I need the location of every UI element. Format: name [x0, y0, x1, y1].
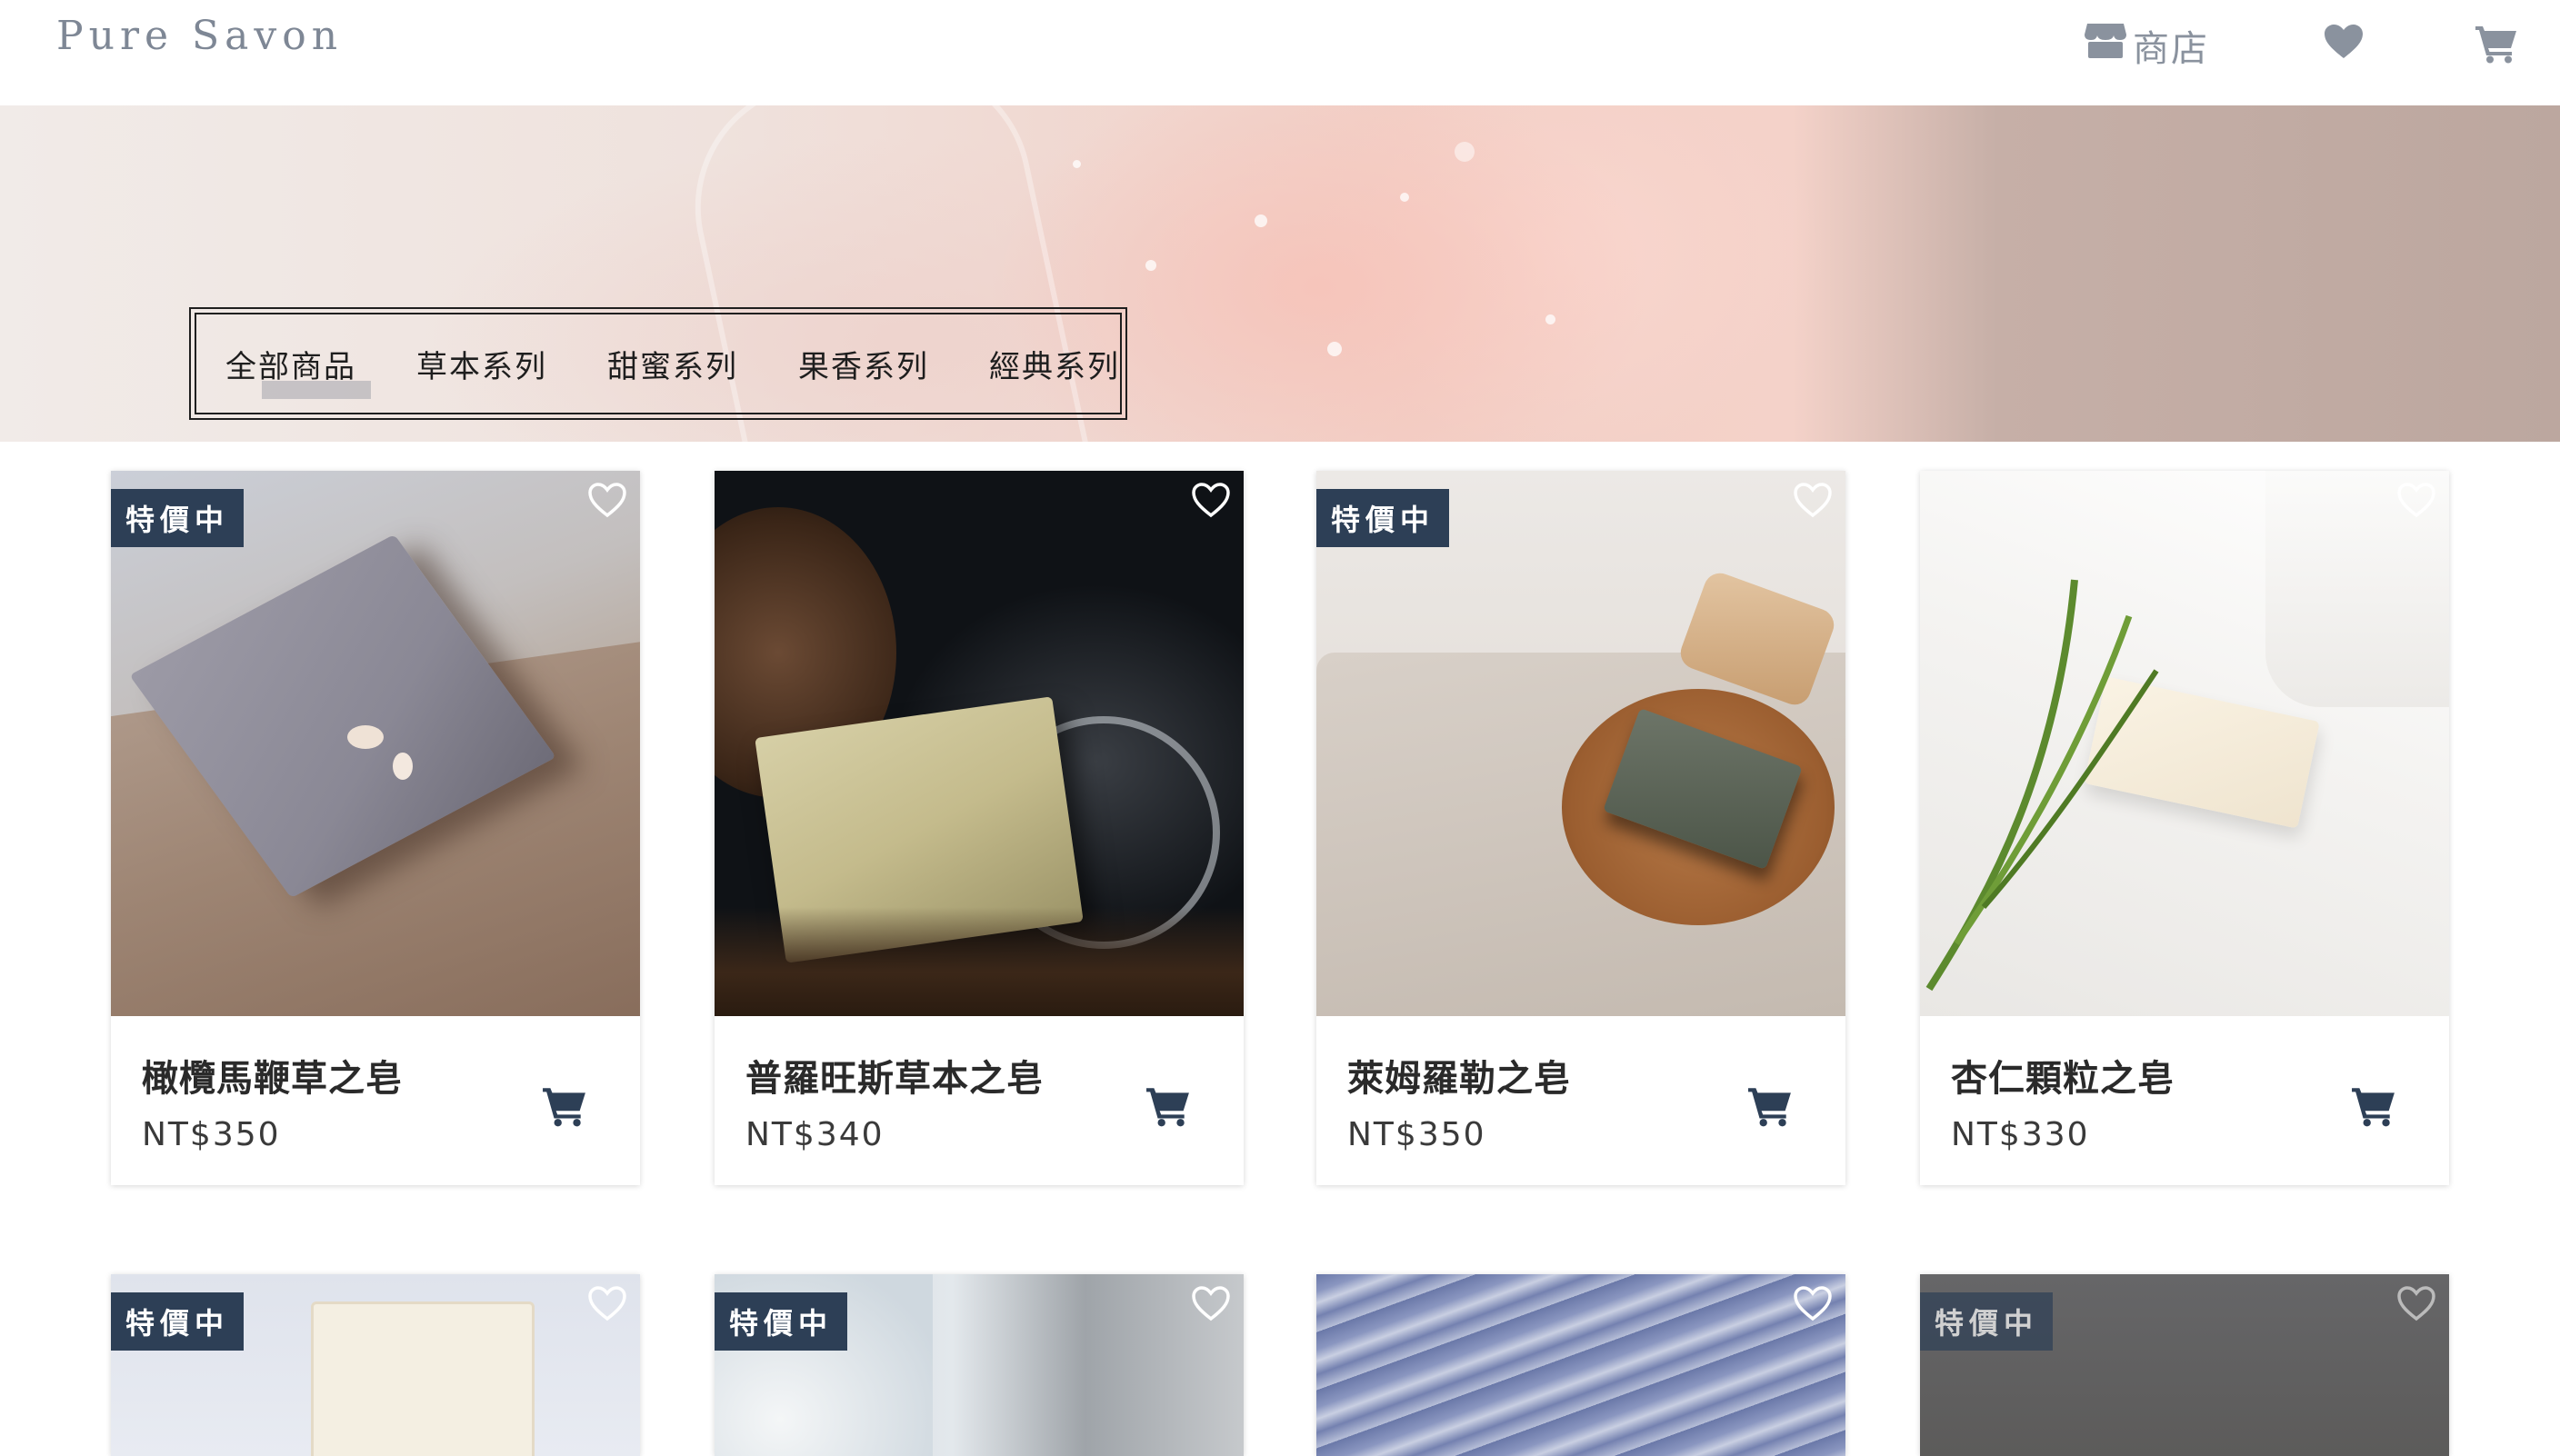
- sale-badge: 特價中: [1316, 489, 1449, 547]
- sale-badge: 特價中: [111, 1292, 244, 1351]
- product-image[interactable]: [715, 471, 1244, 1016]
- favorite-heart-icon[interactable]: [1793, 482, 1833, 522]
- leaf-decoration: [1925, 579, 2159, 992]
- favorite-heart-icon[interactable]: [1191, 482, 1231, 522]
- favorite-heart-icon[interactable]: [587, 1285, 627, 1325]
- add-to-cart-icon[interactable]: [1747, 1085, 1793, 1131]
- product-price: NT$350: [1347, 1116, 1486, 1153]
- tab-sweet-series[interactable]: 甜蜜系列: [607, 342, 738, 386]
- add-to-cart-icon[interactable]: [1145, 1085, 1191, 1131]
- shopping-cart-icon[interactable]: [2475, 24, 2518, 64]
- product-card[interactable]: 特價中 萊姆羅勒之皂 NT$350: [1316, 471, 1845, 1185]
- wishlist-heart-icon[interactable]: [2324, 24, 2364, 60]
- brand-logo[interactable]: Pure Savon: [56, 13, 343, 59]
- nav-shop-label: 商店: [2133, 28, 2209, 70]
- product-image[interactable]: [1920, 471, 2449, 1016]
- product-card[interactable]: 普羅旺斯草本之皂 NT$340: [715, 471, 1244, 1185]
- sale-badge: 特價中: [111, 489, 244, 547]
- product-price: NT$340: [745, 1116, 885, 1153]
- sale-badge: 特價中: [1920, 1292, 2053, 1351]
- product-name[interactable]: 橄欖馬鞭草之皂: [142, 1049, 403, 1102]
- product-card[interactable]: 特價中: [1920, 1274, 2449, 1456]
- product-name[interactable]: 杏仁顆粒之皂: [1951, 1049, 2175, 1102]
- product-image[interactable]: [1316, 471, 1845, 1016]
- sparkle: [1400, 193, 1409, 202]
- product-card[interactable]: 特價中: [111, 1274, 640, 1456]
- sparkle: [1073, 160, 1081, 168]
- product-card[interactable]: 杏仁顆粒之皂 NT$330: [1920, 471, 2449, 1185]
- favorite-heart-icon[interactable]: [2396, 1285, 2436, 1325]
- sparkle: [1455, 142, 1475, 162]
- product-price: NT$350: [142, 1116, 281, 1153]
- sparkle: [1145, 260, 1156, 271]
- sparkle: [1255, 214, 1267, 227]
- sparkle: [1545, 314, 1555, 324]
- tab-classic-series[interactable]: 經典系列: [989, 342, 1120, 386]
- top-navbar: Pure Savon 商店: [0, 0, 2560, 105]
- favorite-heart-icon[interactable]: [1793, 1285, 1833, 1325]
- hero-banner: 全部商品 草本系列 甜蜜系列 果香系列 經典系列: [0, 105, 2560, 442]
- product-name[interactable]: 普羅旺斯草本之皂: [745, 1049, 1044, 1102]
- tab-all-products[interactable]: 全部商品: [225, 342, 371, 399]
- tab-fruity-series[interactable]: 果香系列: [798, 342, 929, 386]
- add-to-cart-icon[interactable]: [2351, 1085, 2396, 1131]
- product-image[interactable]: [111, 471, 640, 1016]
- product-card[interactable]: [1316, 1274, 1845, 1456]
- favorite-heart-icon[interactable]: [587, 482, 627, 522]
- product-card[interactable]: 特價中 橄欖馬鞭草之皂 NT$350: [111, 471, 640, 1185]
- favorite-heart-icon[interactable]: [2396, 482, 2436, 522]
- tab-herbal-series[interactable]: 草本系列: [416, 342, 547, 386]
- add-to-cart-icon[interactable]: [542, 1085, 587, 1131]
- product-image[interactable]: [1316, 1274, 1845, 1456]
- store-icon: [2084, 22, 2127, 69]
- nav-shop-link[interactable]: 商店: [2084, 18, 2209, 73]
- product-card[interactable]: 特價中: [715, 1274, 1244, 1456]
- product-name[interactable]: 萊姆羅勒之皂: [1347, 1049, 1571, 1102]
- category-filter: 全部商品 草本系列 甜蜜系列 果香系列 經典系列: [189, 307, 1127, 420]
- product-price: NT$330: [1951, 1116, 2090, 1153]
- sparkle: [1327, 342, 1342, 356]
- sale-badge: 特價中: [715, 1292, 847, 1351]
- favorite-heart-icon[interactable]: [1191, 1285, 1231, 1325]
